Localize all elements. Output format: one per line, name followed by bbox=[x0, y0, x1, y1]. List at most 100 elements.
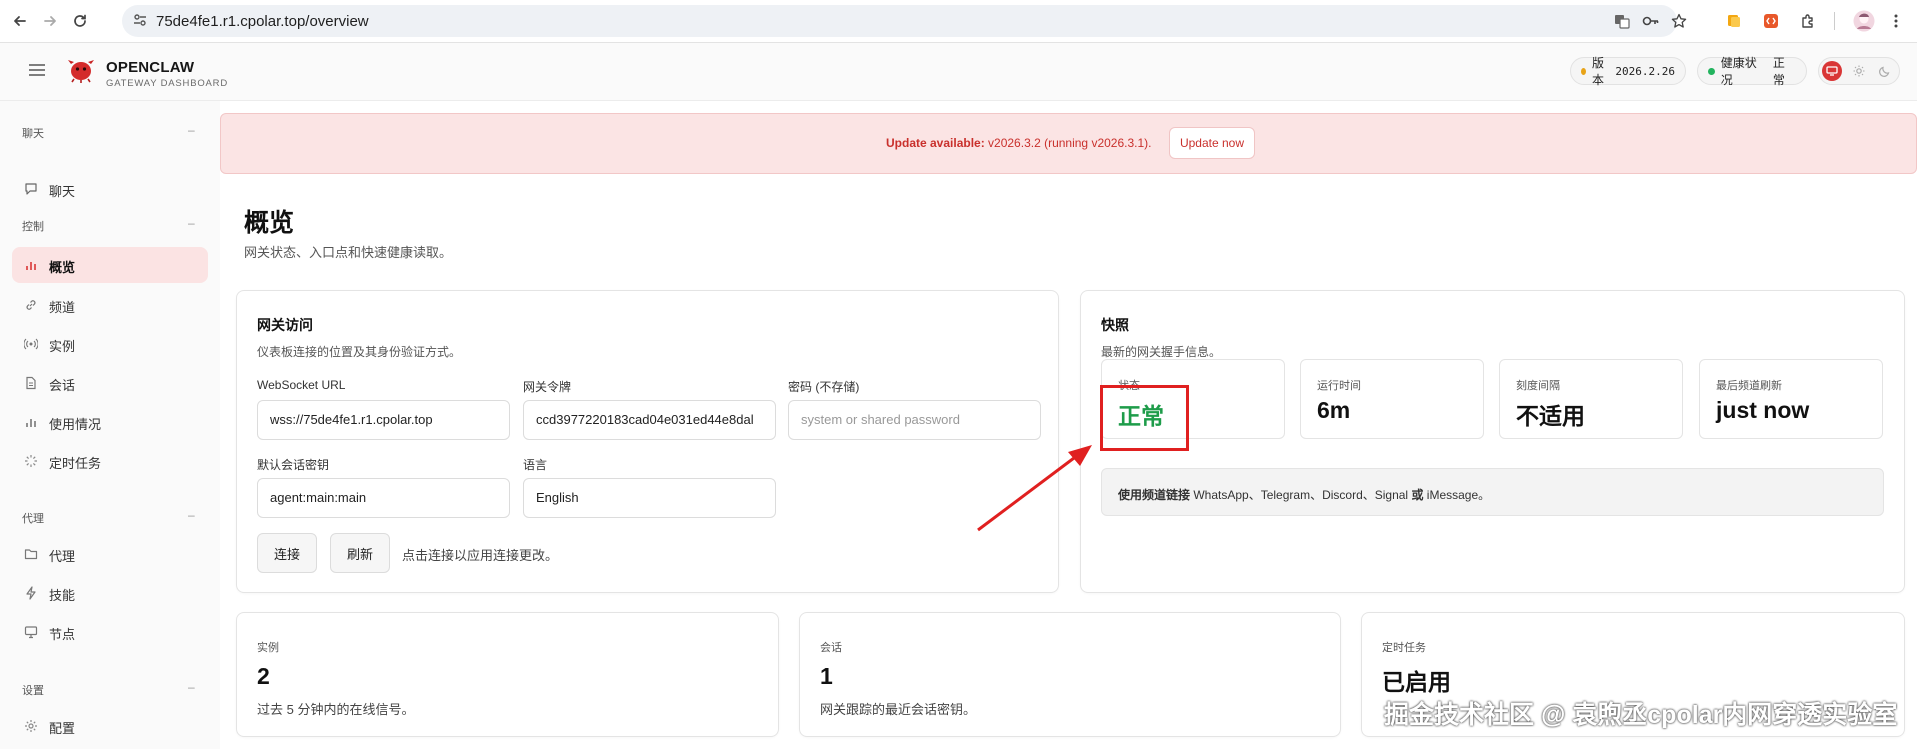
sidebar-item-chat[interactable]: 聊天 bbox=[12, 171, 208, 207]
extensions-puzzle-icon[interactable] bbox=[1798, 11, 1818, 31]
sidebar-section-settings: 设置 bbox=[22, 685, 44, 697]
version-pill: 版本 2026.2.26 bbox=[1570, 56, 1686, 87]
health-status-dot bbox=[1708, 67, 1715, 75]
collapse-icon[interactable]: – bbox=[188, 680, 195, 694]
stat-value: 1 bbox=[820, 663, 833, 689]
session-key-input[interactable]: agent:main:main bbox=[257, 478, 510, 518]
sidebar-item-nodes[interactable]: 节点 bbox=[12, 614, 208, 650]
sidebar-item-usage[interactable]: 使用情况 bbox=[12, 404, 208, 440]
reload-icon[interactable] bbox=[68, 9, 92, 33]
collapse-icon[interactable]: – bbox=[188, 123, 195, 137]
sidebar: 聊天 – 聊天 控制 – 概览 频道 实例 会话 使用情况 定时任务 代理 – … bbox=[0, 101, 220, 749]
sidebar-section-control: 控制 bbox=[22, 221, 44, 233]
document-icon bbox=[24, 376, 38, 390]
password-input[interactable]: system or shared password bbox=[788, 400, 1041, 440]
stat-description: 网关跟踪的最近会话密钥。 bbox=[820, 702, 977, 717]
card-title: 快照 bbox=[1101, 317, 1129, 333]
snapshot-tick-interval-tile: 刻度间隔 不适用 bbox=[1499, 359, 1683, 439]
openclaw-logo bbox=[67, 56, 95, 89]
brand-title: OPENCLAW bbox=[106, 59, 195, 76]
translate-icon[interactable] bbox=[1613, 12, 1631, 30]
update-message-text: v2026.3.2 (running v2026.3.1). bbox=[984, 136, 1152, 150]
connect-hint: 点击连接以应用连接更改。 bbox=[402, 548, 559, 563]
bar-chart-icon bbox=[24, 415, 38, 429]
stat-card-sessions: 会话 1 网关跟踪的最近会话密钥。 bbox=[799, 612, 1341, 737]
stat-label: 定时任务 bbox=[1382, 642, 1426, 654]
connect-button[interactable]: 连接 bbox=[257, 533, 317, 573]
stat-value: 2 bbox=[257, 663, 270, 689]
update-now-button[interactable]: Update now bbox=[1169, 127, 1255, 159]
bookmark-star-icon[interactable] bbox=[1670, 12, 1688, 30]
browser-toolbar: 75de4fe1.r1.cpolar.top/overview bbox=[0, 0, 1917, 43]
back-icon[interactable] bbox=[8, 9, 32, 33]
tile-value: 6m bbox=[1317, 397, 1351, 423]
gear-icon bbox=[24, 719, 38, 733]
link-icon bbox=[24, 298, 38, 312]
sidebar-item-label: 代理 bbox=[49, 549, 76, 564]
websocket-url-label: WebSocket URL bbox=[257, 378, 346, 392]
sidebar-item-skills[interactable]: 技能 bbox=[12, 575, 208, 611]
extension-copy-icon[interactable] bbox=[1724, 11, 1744, 31]
channels-info-bar: 使用频道链接 WhatsApp、Telegram、Discord、Signal … bbox=[1101, 468, 1884, 516]
snapshot-uptime-tile: 运行时间 6m bbox=[1300, 359, 1484, 439]
sidebar-item-cron[interactable]: 定时任务 bbox=[12, 443, 208, 479]
theme-dark-moon-icon[interactable] bbox=[1875, 61, 1895, 81]
sidebar-item-config[interactable]: 配置 bbox=[12, 708, 208, 744]
browser-menu-icon[interactable] bbox=[1886, 11, 1906, 31]
monitor-icon bbox=[24, 625, 38, 639]
collapse-icon[interactable]: – bbox=[188, 216, 195, 230]
sidebar-item-label: 使用情况 bbox=[49, 417, 102, 432]
address-bar[interactable]: 75de4fe1.r1.cpolar.top/overview bbox=[122, 5, 1687, 37]
sidebar-item-sessions[interactable]: 会话 bbox=[12, 365, 208, 401]
watermark: 掘金技术社区 @ 袁煦丞cpolar内网穿透实验室 bbox=[1384, 701, 1898, 729]
sidebar-item-label: 聊天 bbox=[49, 184, 76, 199]
theme-light-sun-icon[interactable] bbox=[1849, 61, 1869, 81]
sidebar-item-agents[interactable]: 代理 bbox=[12, 536, 208, 572]
refresh-button[interactable]: 刷新 bbox=[330, 533, 390, 573]
card-title: 网关访问 bbox=[257, 317, 313, 333]
extension-code-icon[interactable] bbox=[1761, 11, 1781, 31]
health-label: 健康状况 bbox=[1720, 56, 1757, 87]
forward-icon[interactable] bbox=[38, 9, 62, 33]
language-select[interactable]: English bbox=[523, 478, 776, 518]
theme-system-monitor-icon[interactable] bbox=[1822, 61, 1842, 81]
sidebar-section-chat: 聊天 bbox=[22, 128, 44, 140]
site-settings-icon[interactable] bbox=[132, 12, 148, 33]
sidebar-item-label: 定时任务 bbox=[49, 456, 102, 471]
update-banner: Update available: v2026.3.2 (running v20… bbox=[220, 113, 1917, 174]
sidebar-item-instances[interactable]: 实例 bbox=[12, 326, 208, 362]
profile-avatar[interactable] bbox=[1852, 9, 1876, 33]
tile-value: 不适用 bbox=[1516, 403, 1585, 429]
toolbar-divider bbox=[1834, 12, 1835, 30]
sidebar-item-channels[interactable]: 频道 bbox=[12, 287, 208, 323]
url-text[interactable]: 75de4fe1.r1.cpolar.top/overview bbox=[156, 13, 369, 30]
collapse-icon[interactable]: – bbox=[188, 508, 195, 522]
stat-value: 已启用 bbox=[1382, 669, 1451, 695]
annotation-highlight-box bbox=[1100, 385, 1189, 451]
key-icon[interactable] bbox=[1642, 12, 1660, 30]
stat-label: 实例 bbox=[257, 642, 279, 654]
update-message: Update available: v2026.3.2 (running v20… bbox=[886, 136, 1151, 150]
channels-info-end: iMessage。 bbox=[1423, 488, 1491, 502]
card-subtitle: 仪表板连接的位置及其身份验证方式。 bbox=[257, 345, 462, 359]
gateway-token-input[interactable]: ccd3977220183cad04e031ed44e8dal bbox=[523, 400, 776, 440]
tile-label: 最后频道刷新 bbox=[1716, 380, 1782, 392]
sidebar-item-label: 配置 bbox=[49, 721, 76, 736]
sidebar-item-label: 会话 bbox=[49, 378, 76, 393]
menu-toggle-icon[interactable] bbox=[29, 63, 45, 81]
health-pill: 健康状况 正常 bbox=[1697, 56, 1807, 87]
gateway-access-card: 网关访问 仪表板连接的位置及其身份验证方式。 WebSocket URL wss… bbox=[236, 290, 1059, 593]
loader-icon bbox=[24, 454, 38, 468]
stat-description: 过去 5 分钟内的在线信号。 bbox=[257, 702, 415, 717]
folder-icon bbox=[24, 547, 38, 561]
websocket-url-input[interactable]: wss://75de4fe1.r1.cpolar.top bbox=[257, 400, 510, 440]
tile-label: 刻度间隔 bbox=[1516, 380, 1560, 392]
version-value: 2026.2.26 bbox=[1615, 64, 1675, 78]
sidebar-section-agents: 代理 bbox=[22, 513, 44, 525]
gateway-token-label: 网关令牌 bbox=[523, 380, 572, 394]
page-title: 概览 bbox=[244, 209, 295, 237]
channels-info-text: 使用频道链接 WhatsApp、Telegram、Discord、Signal … bbox=[1118, 486, 1490, 503]
password-label: 密码 (不存储) bbox=[788, 380, 860, 394]
sidebar-item-overview[interactable]: 概览 bbox=[12, 247, 208, 283]
health-value: 正常 bbox=[1772, 56, 1785, 87]
